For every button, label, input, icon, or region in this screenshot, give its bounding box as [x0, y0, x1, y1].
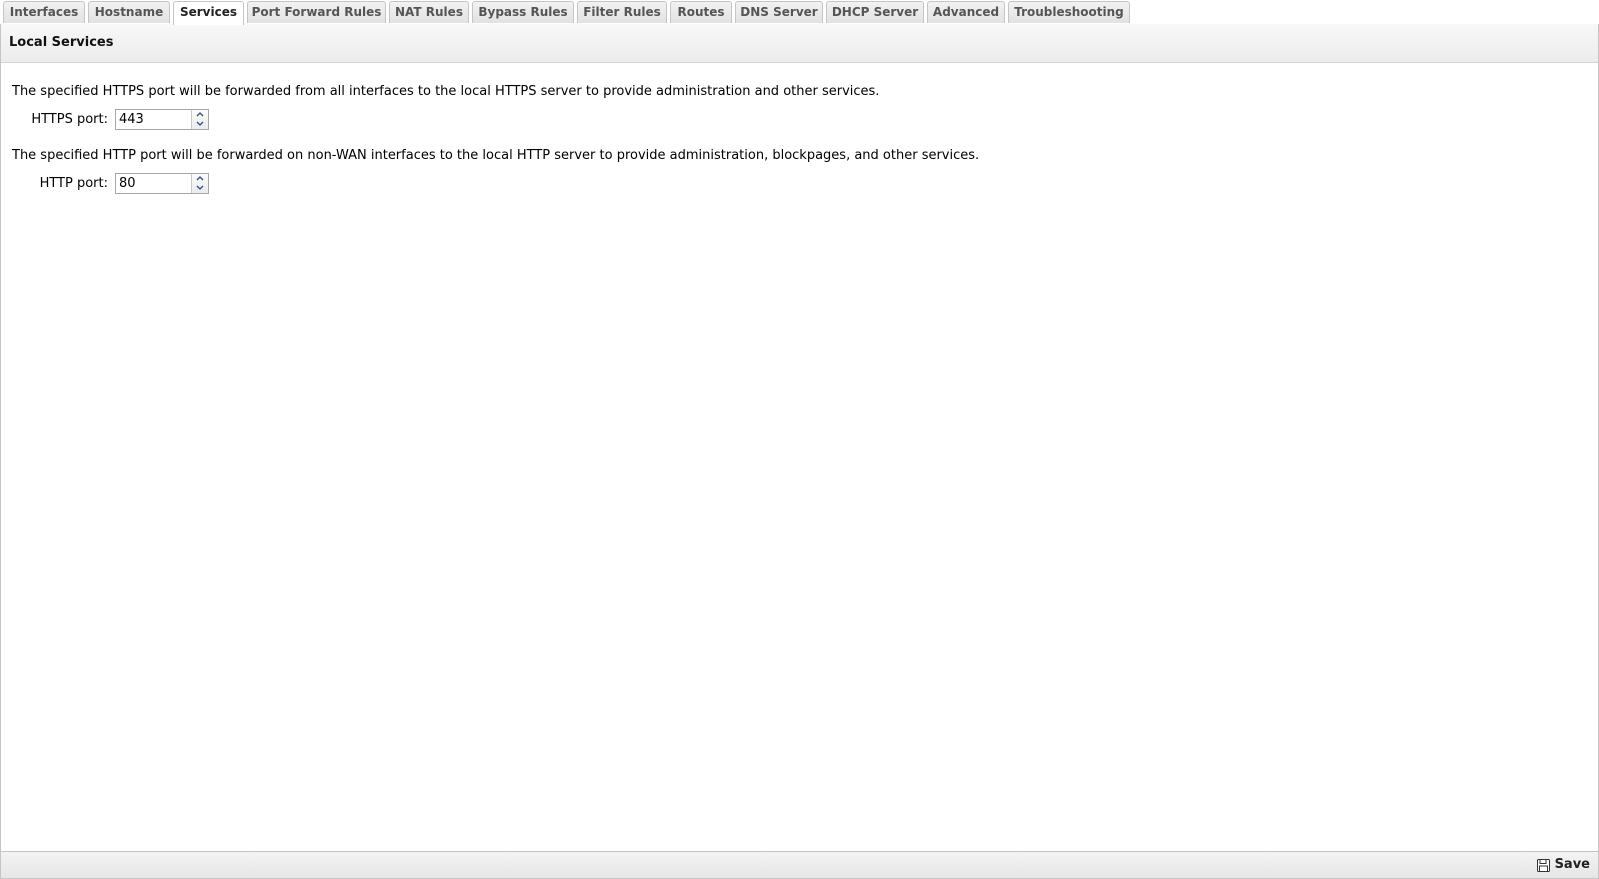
- tab-interfaces[interactable]: Interfaces: [3, 1, 85, 23]
- http-description: The specified HTTP port will be forwarde…: [12, 148, 980, 163]
- chevron-down-icon: [196, 121, 204, 126]
- http-port-decrement-button[interactable]: [192, 184, 208, 193]
- tab-routes[interactable]: Routes: [670, 1, 732, 23]
- https-port-label: HTTPS port:: [31, 112, 108, 127]
- tab-advanced[interactable]: Advanced: [927, 1, 1005, 23]
- tab-nat-rules[interactable]: NAT Rules: [389, 1, 469, 23]
- tab-bar: Interfaces Hostname Services Port Forwar…: [0, 0, 1599, 25]
- tab-filter-rules[interactable]: Filter Rules: [577, 1, 667, 23]
- https-port-decrement-button[interactable]: [192, 120, 208, 129]
- https-description: The specified HTTPS port will be forward…: [12, 84, 880, 99]
- https-port-input[interactable]: [116, 110, 193, 129]
- tab-troubleshooting[interactable]: Troubleshooting: [1008, 1, 1130, 23]
- https-port-spin-buttons: [191, 110, 208, 129]
- http-port-spinner: [115, 173, 209, 194]
- http-port-label: HTTP port:: [39, 176, 108, 191]
- http-port-input[interactable]: [116, 174, 193, 193]
- https-port-spinner: [115, 109, 209, 130]
- chevron-up-icon: [196, 176, 204, 181]
- tab-dns-server[interactable]: DNS Server: [735, 1, 823, 23]
- https-port-increment-button[interactable]: [192, 110, 208, 119]
- http-port-spin-buttons: [191, 174, 208, 193]
- panel-header: Local Services: [1, 24, 1598, 63]
- tab-bypass-rules[interactable]: Bypass Rules: [472, 1, 574, 23]
- save-button-label: Save: [1554, 857, 1590, 872]
- panel-footer: Save: [1, 851, 1598, 878]
- panel-title: Local Services: [9, 35, 114, 50]
- http-port-increment-button[interactable]: [192, 174, 208, 183]
- floppy-disk-icon: [1536, 858, 1550, 872]
- tab-services[interactable]: Services: [173, 1, 244, 25]
- chevron-up-icon: [196, 112, 204, 117]
- tab-hostname[interactable]: Hostname: [88, 1, 170, 23]
- save-button[interactable]: Save: [1536, 856, 1590, 874]
- tab-port-forward-rules[interactable]: Port Forward Rules: [247, 1, 386, 23]
- tab-dhcp-server[interactable]: DHCP Server: [826, 1, 924, 23]
- local-services-panel: Local Services The specified HTTPS port …: [0, 24, 1599, 879]
- chevron-down-icon: [196, 185, 204, 190]
